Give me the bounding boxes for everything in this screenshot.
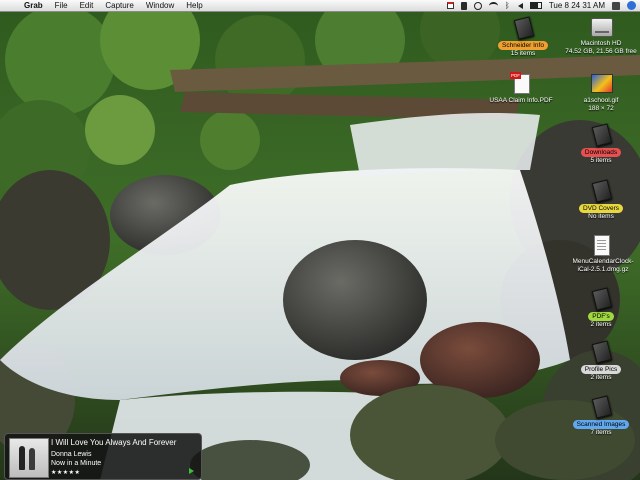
- desktop-icon-label: MenuCalendarClock-iCal-2.5.1.dmg.gz: [572, 258, 634, 273]
- desktop-icon-macintosh-hd[interactable]: Macintosh HD 74.52 GB, 21.56 GB free: [564, 15, 638, 56]
- track-title: I Will Love You Always And Forever: [51, 438, 177, 447]
- menu-help[interactable]: Help: [180, 0, 208, 11]
- desktop-icon-info: 2 items: [590, 374, 612, 381]
- desktop-icon-label: Downloads: [580, 148, 622, 157]
- menu-bar: Grab File Edit Capture Window Help ᛒ Tue…: [0, 0, 640, 12]
- desktop-icon-profile-pics[interactable]: Profile Pics 2 items: [564, 340, 638, 382]
- folder-icon: [591, 340, 613, 364]
- calendar-icon[interactable]: [446, 2, 454, 9]
- folder-icon: [591, 179, 613, 203]
- desktop-icon-info: 74.52 GB, 21.56 GB free: [565, 48, 637, 55]
- folder-icon: [513, 16, 535, 40]
- bluetooth-icon[interactable]: ᛒ: [505, 1, 511, 10]
- menu-capture[interactable]: Capture: [99, 0, 139, 11]
- desktop-icon-info: 15 items: [510, 50, 536, 57]
- desktop-icon-label: PDF's: [588, 312, 614, 321]
- track-album: Now in a Minute: [51, 460, 102, 467]
- album-art[interactable]: [9, 438, 49, 478]
- now-playing-widget[interactable]: I Will Love You Always And Forever Donna…: [4, 433, 202, 480]
- desktop-icon-downloads[interactable]: Downloads 5 items: [564, 123, 638, 165]
- folder-icon: [591, 123, 613, 147]
- folder-icon: [591, 287, 613, 311]
- desktop-icon-dvd-covers[interactable]: DVD Covers No items: [564, 179, 638, 221]
- menu-clock[interactable]: Tue 8 24 31 AM: [549, 0, 605, 11]
- play-icon[interactable]: [189, 468, 194, 474]
- desktop-icon-schneider-info[interactable]: Schneider Info 15 items: [486, 16, 560, 58]
- sync-icon[interactable]: [473, 1, 482, 10]
- spotlight-icon[interactable]: [627, 1, 636, 10]
- drive-icon: [590, 15, 613, 37]
- menu-window[interactable]: Window: [140, 0, 180, 11]
- document-icon: [590, 234, 612, 256]
- desktop-icon-label: USAA Claim Info.PDF: [489, 97, 553, 104]
- pdf-icon: PDF: [510, 72, 532, 94]
- desktop-icon-label: Schneider Info: [498, 41, 548, 50]
- desktop-icon-label: DVD Covers: [578, 204, 624, 213]
- desktop-icon-label: a1school.gif: [583, 97, 619, 104]
- track-rating[interactable]: ★★★★★: [51, 469, 80, 476]
- volume-icon[interactable]: [517, 2, 523, 9]
- desktop-icon-usaa-claim-info[interactable]: PDF USAA Claim Info.PDF: [484, 72, 558, 105]
- menu-file[interactable]: File: [49, 0, 74, 11]
- track-artist: Donna Lewis: [51, 451, 92, 458]
- desktop-icon-info: 5 items: [590, 157, 612, 164]
- wifi-icon[interactable]: [488, 1, 498, 10]
- desktop-icon-info: 2 items: [590, 321, 612, 328]
- desktop-icon-label: Scanned Images: [572, 420, 630, 429]
- desktop-icon-info: No items: [588, 213, 614, 220]
- user-icon[interactable]: [612, 1, 620, 10]
- desktop-icon-info: 7 items: [590, 429, 612, 436]
- menu-app-grab[interactable]: Grab: [20, 0, 49, 11]
- desktop-icon-menucalendarclock[interactable]: MenuCalendarClock-iCal-2.5.1.dmg.gz: [564, 234, 638, 274]
- desktop-icon-label: Profile Pics: [580, 365, 622, 374]
- menu-edit[interactable]: Edit: [74, 0, 100, 11]
- desktop-icon-info: 188 × 72: [588, 105, 614, 112]
- desktop-icon-scanned-images[interactable]: Scanned Images 7 items: [564, 395, 638, 437]
- desktop-icon-pdfs[interactable]: PDF's 2 items: [564, 287, 638, 329]
- menu-extras: ᛒ Tue 8 24 31 AM: [446, 0, 636, 11]
- desktop-icon-label: Macintosh HD: [580, 40, 622, 47]
- dashboard-icon[interactable]: [460, 1, 467, 10]
- battery-icon[interactable]: [529, 2, 542, 9]
- image-icon: [590, 72, 613, 94]
- desktop-icon-a1school-gif[interactable]: a1school.gif 188 × 72: [564, 72, 638, 113]
- folder-icon: [591, 395, 613, 419]
